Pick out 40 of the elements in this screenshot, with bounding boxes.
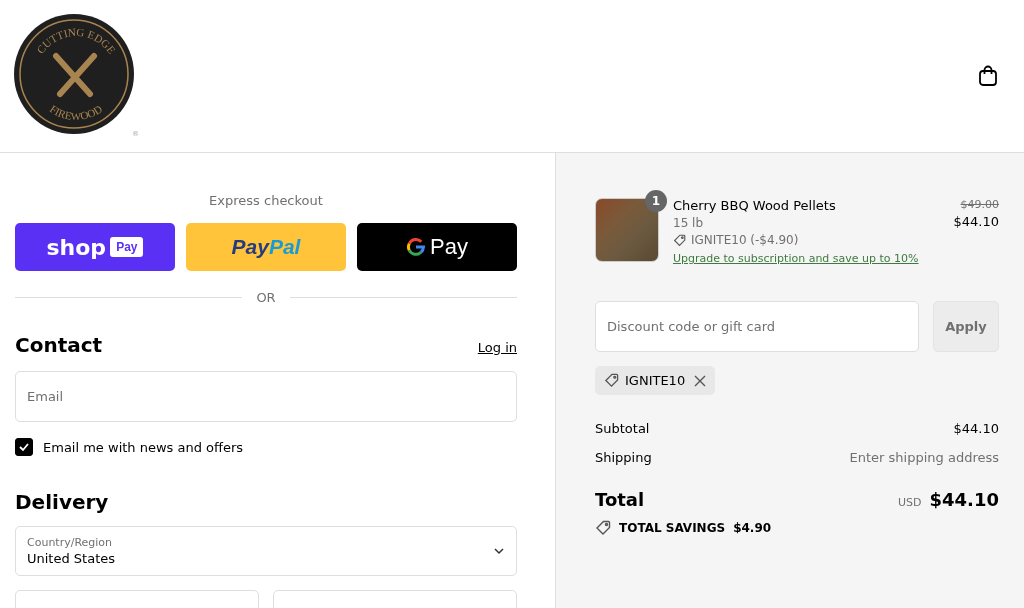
discount-chip: IGNITE10 <box>595 366 716 395</box>
summary-label: Subtotal <box>595 421 650 436</box>
savings-value: $4.90 <box>733 521 772 535</box>
original-price: $49.00 <box>960 198 999 211</box>
delivery-heading: Delivery <box>15 490 109 514</box>
product-name: Cherry BBQ Wood Pellets <box>673 198 837 213</box>
photo-placeholder <box>595 198 659 262</box>
tag-icon <box>604 373 619 388</box>
item-discount: IGNITE10 (-$4.90) <box>691 233 799 247</box>
checkbox[interactable] <box>15 438 33 456</box>
contact-heading: Contact <box>15 333 103 357</box>
or-divider-text: OR <box>256 290 276 305</box>
chevron-down-icon <box>493 545 505 557</box>
summary-value: Enter shipping address <box>849 450 999 465</box>
country-select[interactable]: Country/Region United States <box>15 526 517 576</box>
discount-field[interactable]: Discount code or gift card <box>595 301 919 352</box>
google-g-icon <box>406 237 427 257</box>
item-price: $44.10 <box>953 214 999 229</box>
paypal-button[interactable]: PayPal <box>186 223 346 271</box>
shop-pay-button[interactable]: shop Pay <box>15 223 175 271</box>
quantity-badge: 1 <box>645 190 667 212</box>
close-icon[interactable] <box>694 374 707 387</box>
google-pay-button[interactable]: Pay <box>357 223 517 271</box>
tag-icon <box>673 233 686 247</box>
login-link[interactable]: Log in <box>477 340 517 355</box>
check-icon <box>18 441 30 453</box>
currency-code: USD <box>898 496 922 509</box>
total-label: Total <box>595 489 645 510</box>
total-value: $44.10 <box>929 489 999 510</box>
shopping-bag-icon[interactable] <box>978 65 998 87</box>
savings-label: TOTAL SAVINGS <box>619 521 726 535</box>
upgrade-link[interactable]: Upgrade to subscription and save up to 10% <box>673 252 919 265</box>
newsletter-label: Email me with news and offers <box>43 439 244 455</box>
product-variant: 15 lb <box>673 216 705 230</box>
email-field[interactable]: Email <box>15 371 517 422</box>
summary-value: $44.10 <box>953 421 999 436</box>
summary-label: Shipping <box>595 450 652 465</box>
express-checkout-title: Express checkout <box>208 193 324 208</box>
tag-icon <box>595 520 611 536</box>
apply-button[interactable]: Apply <box>933 301 999 352</box>
